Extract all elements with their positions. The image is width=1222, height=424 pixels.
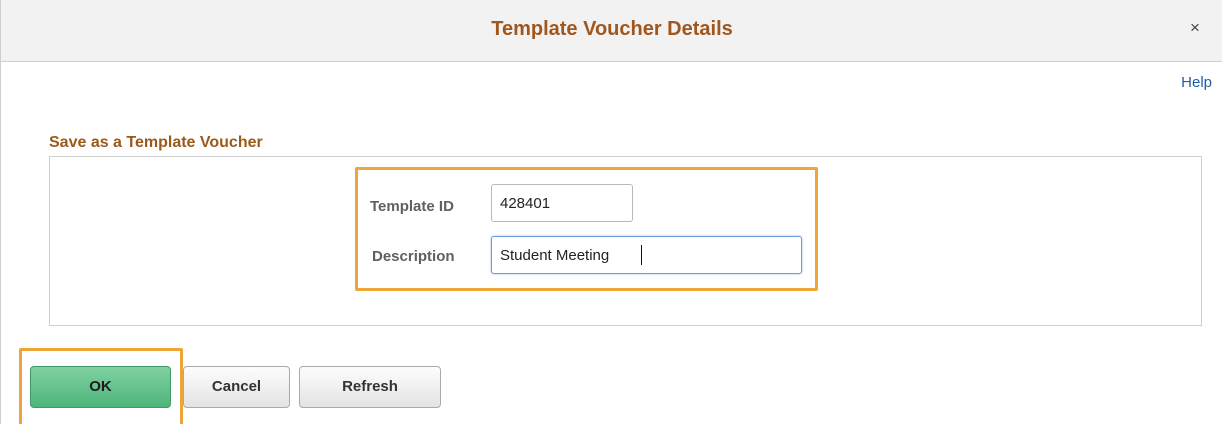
dialog-titlebar: Template Voucher Details × xyxy=(1,0,1222,62)
close-icon[interactable]: × xyxy=(1187,18,1203,38)
text-caret-icon xyxy=(641,245,642,265)
description-input[interactable] xyxy=(491,236,802,274)
section-title: Save as a Template Voucher xyxy=(49,134,263,151)
dialog-title: Template Voucher Details xyxy=(491,18,733,40)
help-link[interactable]: Help xyxy=(1181,74,1212,91)
template-id-label: Template ID xyxy=(370,198,454,215)
ok-button[interactable]: OK xyxy=(30,366,171,408)
refresh-button[interactable]: Refresh xyxy=(299,366,441,408)
cancel-button[interactable]: Cancel xyxy=(183,366,290,408)
template-voucher-dialog: Template Voucher Details × Help Save as … xyxy=(0,0,1222,424)
template-id-input[interactable] xyxy=(491,184,633,222)
description-label: Description xyxy=(372,248,455,265)
